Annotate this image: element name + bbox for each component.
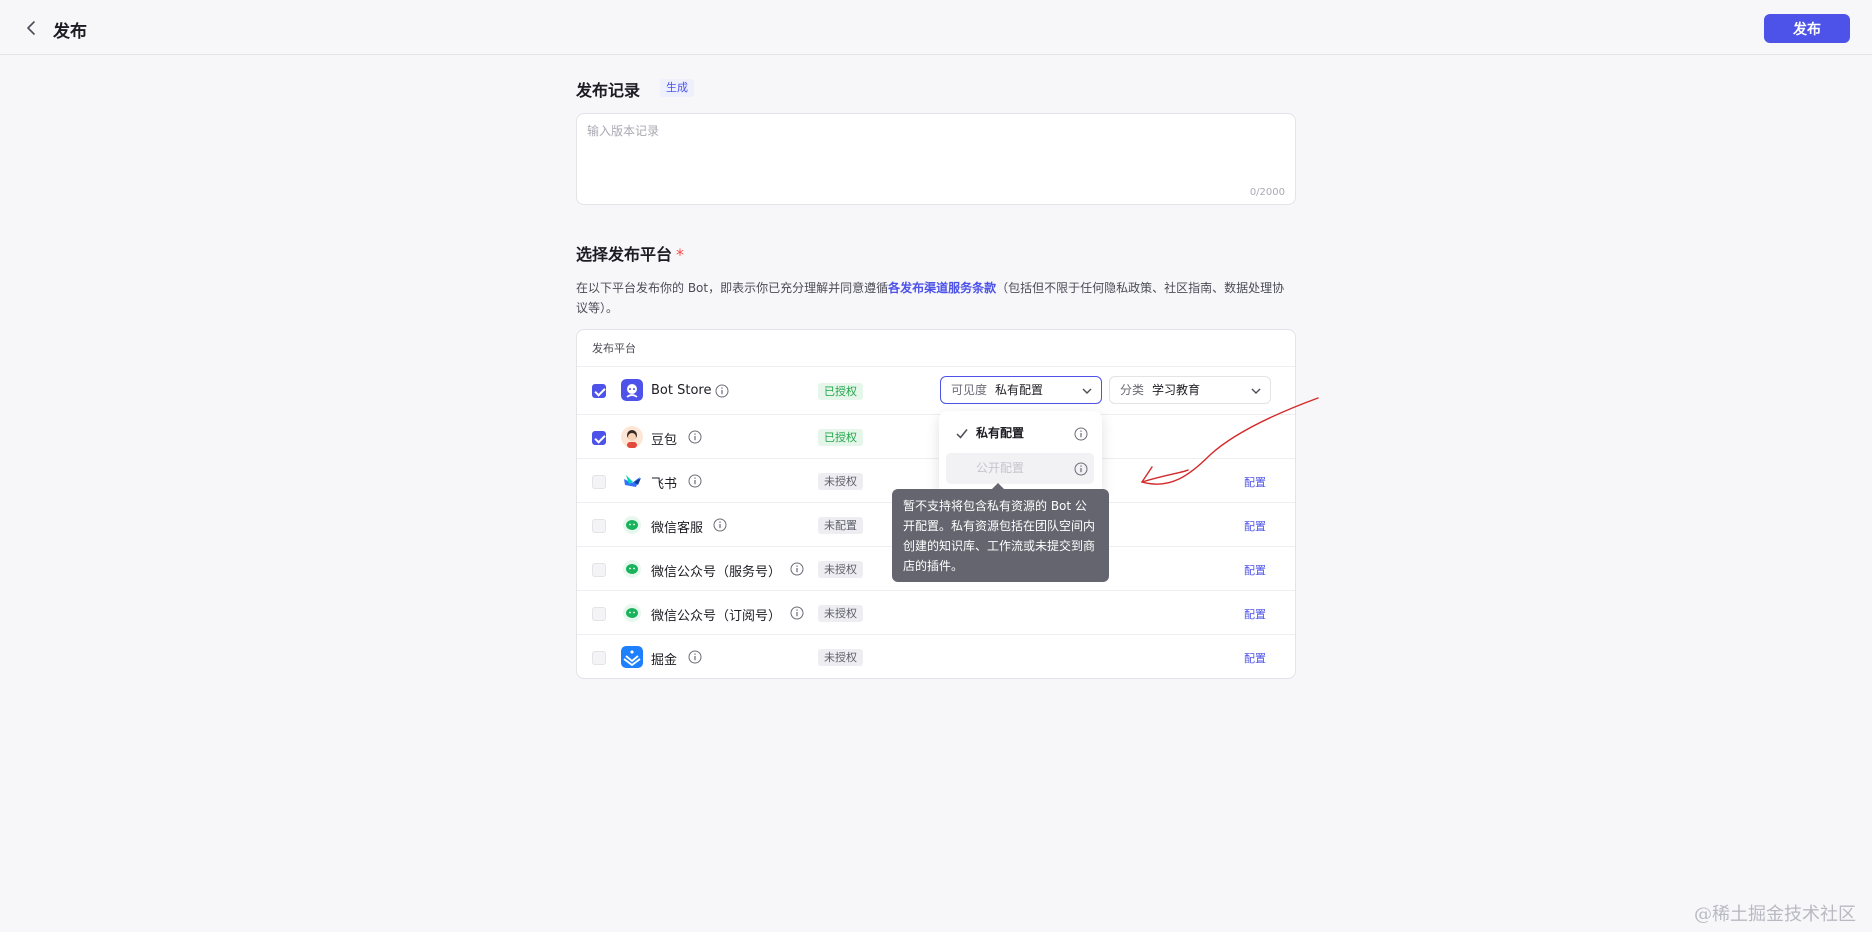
category-label: 分类 [1120,383,1145,397]
config-link-wechat-mp-service[interactable]: 配置 [1244,562,1266,578]
publish-button[interactable]: 发布 [1764,14,1850,43]
info-icon[interactable] [715,384,729,398]
checkbox-wechat-service[interactable] [592,519,606,533]
status-badge: 未配置 [818,517,863,534]
checkbox-bot-store[interactable] [592,384,606,398]
platform-row-doubao: 豆包 已授权 [577,415,1295,459]
top-bar: 发布 发布 [0,0,1872,55]
info-icon[interactable] [790,562,804,576]
checkbox-wechat-mp-service[interactable] [592,563,606,577]
bot-store-icon [621,379,643,401]
category-value: 学习教育 [1152,383,1201,397]
status-badge: 未授权 [818,473,863,490]
char-count: 0/2000 [1249,187,1285,198]
platform-name: 掘金 [651,653,678,668]
visibility-dropdown: 私有配置 公开配置 [939,411,1102,496]
info-icon[interactable] [688,474,702,488]
status-badge: 未授权 [818,605,863,622]
checkbox-wechat-mp-subscription[interactable] [592,607,606,621]
version-record-box: 0/2000 [576,113,1296,205]
page-title: 发布 [53,22,87,42]
juejin-icon [621,646,643,668]
config-link-wechat-service[interactable]: 配置 [1244,518,1266,534]
option-label: 公开配置 [976,461,1025,475]
platform-name: 飞书 [651,477,678,492]
platform-name: 微信客服 [651,521,704,536]
platform-name: 微信公众号（服务号） [651,565,782,580]
required-mark: * [676,245,685,264]
record-title: 发布记录 [576,81,641,100]
chevron-left-icon[interactable] [24,20,40,36]
platform-row-bot-store: Bot Store 已授权 可见度 私有配置 分类 学习教育 [577,367,1295,415]
option-private-config[interactable]: 私有配置 [946,418,1094,449]
platform-name: 微信公众号（订阅号） [651,609,782,624]
chevron-down-icon [1251,388,1261,394]
info-icon[interactable] [713,518,727,532]
wechat-icon [623,516,641,534]
terms-link[interactable]: 各发布渠道服务条款 [888,281,996,295]
watermark: @稀土掘金技术社区 [1694,904,1856,925]
status-badge: 已授权 [818,383,863,400]
status-badge: 未授权 [818,649,863,666]
wechat-icon [623,560,641,578]
check-icon [956,429,968,439]
checkbox-feishu[interactable] [592,475,606,489]
platform-name: Bot Store [651,383,712,398]
option-public-config[interactable]: 公开配置 [946,453,1094,484]
platform-row-wechat-mp-subscription: 微信公众号（订阅号） 未授权 配置 [577,591,1295,635]
tooltip: 暂不支持将包含私有资源的 Bot 公开配置。私有资源包括在团队空间内创建的知识库… [892,483,1109,582]
platform-name: 豆包 [651,433,678,448]
info-icon[interactable] [688,430,702,444]
info-icon[interactable] [1074,462,1088,476]
visibility-label: 可见度 [951,383,988,397]
generate-button[interactable]: 生成 [660,79,694,97]
info-icon[interactable] [790,606,804,620]
table-header: 发布平台 [577,330,1295,367]
checkbox-juejin[interactable] [592,651,606,665]
status-badge: 未授权 [818,561,863,578]
config-link-wechat-mp-subscription[interactable]: 配置 [1244,606,1266,622]
chevron-down-icon [1082,388,1092,394]
desc-text-before: 在以下平台发布你的 Bot，即表示你已充分理解并同意遵循 [576,281,889,295]
visibility-select[interactable]: 可见度 私有配置 [940,376,1102,404]
checkbox-doubao[interactable] [592,431,606,445]
option-label: 私有配置 [976,426,1025,440]
visibility-value: 私有配置 [995,383,1044,397]
feishu-icon [624,475,641,487]
wechat-icon [623,604,641,622]
config-link-feishu[interactable]: 配置 [1244,474,1266,490]
platform-title-text: 选择发布平台 [576,245,673,264]
info-icon[interactable] [688,650,702,664]
category-select[interactable]: 分类 学习教育 [1109,376,1271,404]
config-link-juejin[interactable]: 配置 [1244,650,1266,666]
version-record-input[interactable] [577,114,1295,184]
info-icon[interactable] [1074,427,1088,441]
platform-row-juejin: 掘金 未授权 配置 [577,635,1295,679]
status-badge: 已授权 [818,429,863,446]
platform-description: 在以下平台发布你的 Bot，即表示你已充分理解并同意遵循各发布渠道服务条款（包括… [576,278,1296,318]
platform-section-title: 选择发布平台 * [576,241,684,265]
doubao-icon [621,426,643,448]
